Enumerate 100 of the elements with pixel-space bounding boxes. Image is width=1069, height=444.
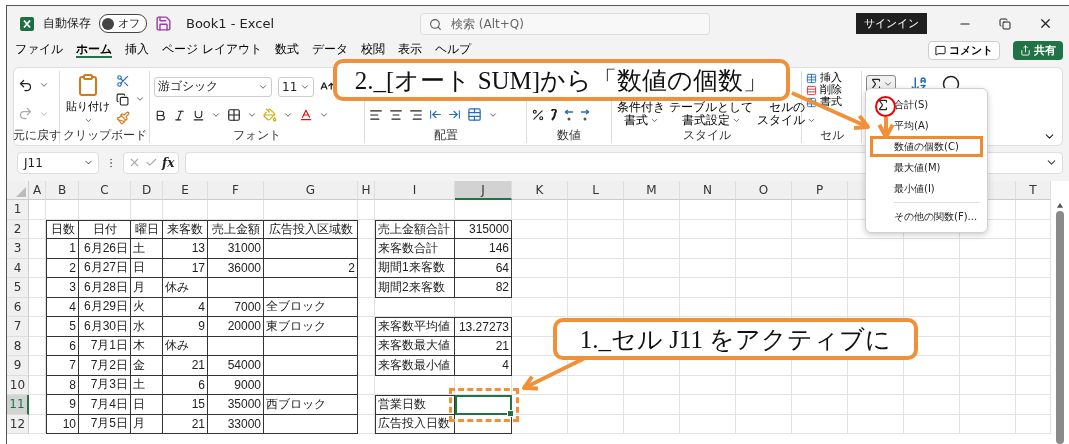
sign-in-button[interactable]: サインイン	[856, 13, 927, 34]
ribbon-tab[interactable]: 挿入	[125, 42, 149, 58]
column-header[interactable]: N	[680, 181, 736, 200]
percent-icon[interactable]	[531, 108, 545, 122]
ribbon-tab[interactable]: 表示	[397, 42, 422, 58]
table-cell	[29, 278, 46, 298]
menu-item[interactable]: その他の関数(F)...	[870, 206, 983, 227]
cells-button[interactable]: 削除	[806, 84, 842, 96]
caret-icon[interactable]	[807, 116, 816, 125]
insert-function-button[interactable]: fx	[162, 155, 175, 170]
share-button[interactable]: 共有	[1013, 40, 1063, 60]
caret-icon[interactable]	[83, 116, 93, 125]
column-header[interactable]: K	[512, 181, 568, 200]
row-header[interactable]: 10	[7, 375, 29, 395]
column-header[interactable]: A	[29, 181, 46, 200]
undo-icon[interactable]	[18, 77, 33, 93]
font-name-select[interactable]: 游ゴシック	[154, 76, 272, 97]
fill-handle[interactable]	[507, 409, 514, 417]
ribbon-tab[interactable]: 校閲	[360, 42, 385, 58]
menu-item[interactable]: 平均(A)	[870, 115, 983, 136]
row-header[interactable]: 8	[7, 336, 29, 356]
menu-item[interactable]: 数値の個数(C)	[870, 136, 983, 157]
column-header[interactable]: M	[624, 181, 680, 200]
table-cell: 曜日	[131, 219, 163, 239]
ribbon-tab[interactable]: 数式	[274, 42, 299, 58]
row-header[interactable]: 3	[7, 239, 29, 259]
merge-cells-icon[interactable]	[467, 107, 482, 122]
increase-indent-icon[interactable]	[448, 108, 461, 121]
scroll-up-icon[interactable]	[1055, 203, 1064, 208]
fill-color-icon[interactable]	[263, 108, 277, 123]
menu-item[interactable]: 合計(S)	[870, 94, 983, 115]
table-cell: 7月1日	[79, 336, 131, 356]
column-header[interactable]: H	[358, 181, 375, 200]
comment-button[interactable]: コメント	[928, 40, 1000, 60]
restore-icon[interactable]	[999, 17, 1011, 30]
column-header[interactable]: C	[79, 181, 131, 200]
menu-item[interactable]: 最小値(I)	[870, 178, 983, 199]
clipboard-icon	[76, 73, 100, 97]
table-cell	[208, 278, 264, 298]
row-header[interactable]: 6	[7, 297, 29, 317]
row-header[interactable]: 4	[7, 258, 29, 278]
ribbon-tab[interactable]: ファイル	[15, 42, 63, 58]
row-header[interactable]: 11	[7, 395, 29, 415]
paste-button[interactable]: 貼り付け	[64, 71, 112, 128]
active-cell[interactable]	[455, 395, 512, 415]
style-button[interactable]: 条件付き 書式	[616, 101, 666, 128]
align-left-icon[interactable]	[369, 107, 383, 122]
copy-icon[interactable]	[116, 93, 129, 106]
column-header[interactable]: O	[736, 181, 792, 200]
column-header[interactable]: D	[131, 181, 163, 200]
ribbon-tab[interactable]: データ	[311, 42, 348, 58]
row-header[interactable]: 7	[7, 317, 29, 337]
ribbon-tab[interactable]: ページ レイアウト	[162, 42, 262, 58]
autosave-toggle[interactable]: オフ	[99, 14, 147, 33]
scissors-icon[interactable]	[116, 73, 130, 88]
menu-item[interactable]: 最大値(M)	[870, 157, 983, 178]
font-size-select[interactable]: 11	[278, 76, 314, 97]
paintbrush-icon[interactable]	[116, 111, 130, 126]
row-header[interactable]: 9	[7, 356, 29, 376]
bold-icon[interactable]	[154, 108, 167, 122]
table-cell: 売上金額合計	[375, 219, 455, 239]
row-header[interactable]: 2	[7, 219, 29, 239]
name-box[interactable]: J11	[17, 151, 99, 174]
row-header[interactable]: 1	[7, 200, 29, 220]
column-header[interactable]: E	[163, 181, 208, 200]
column-header[interactable]: F	[208, 181, 264, 200]
column-header[interactable]: J	[455, 181, 512, 200]
column-header[interactable]: P	[792, 181, 848, 200]
align-right-icon[interactable]	[409, 107, 423, 122]
row-header[interactable]: 12	[7, 414, 29, 434]
column-header[interactable]: B	[46, 181, 79, 200]
table-cell	[29, 200, 46, 220]
table-cell	[568, 375, 624, 395]
style-button[interactable]: テーブルとして 書式設定	[668, 101, 754, 128]
ribbon-tab[interactable]: ホーム	[76, 42, 112, 58]
ribbon-tab[interactable]: ヘルプ	[434, 42, 471, 58]
decrease-indent-icon[interactable]	[429, 108, 442, 121]
align-center-icon[interactable]	[389, 107, 403, 122]
comma-style-icon[interactable]	[551, 109, 557, 121]
cells-button[interactable]: 挿入	[806, 72, 842, 84]
column-header[interactable]: I	[375, 181, 455, 200]
save-icon[interactable]	[155, 15, 172, 32]
underline-icon[interactable]	[192, 108, 205, 122]
italic-icon[interactable]	[173, 108, 186, 122]
table-cell: 期間2来客数	[375, 278, 455, 298]
search-field[interactable]: 検索 (Alt+Q)	[420, 12, 710, 35]
table-cell: 7月4日	[79, 395, 131, 415]
column-header[interactable]: T	[1016, 181, 1051, 200]
caret-icon[interactable]	[649, 116, 659, 125]
borders-icon[interactable]	[227, 108, 241, 123]
column-header[interactable]: G	[264, 181, 358, 200]
caret-icon[interactable]	[883, 79, 893, 89]
column-header[interactable]: L	[568, 181, 624, 200]
font-color-icon[interactable]	[299, 108, 313, 123]
table-cell: 来客数最小値	[375, 356, 455, 376]
table-cell: 1	[46, 239, 79, 259]
table-cell	[512, 395, 568, 415]
row-header[interactable]: 5	[7, 278, 29, 298]
caret-icon[interactable]	[731, 116, 741, 125]
table-cell	[29, 317, 46, 337]
